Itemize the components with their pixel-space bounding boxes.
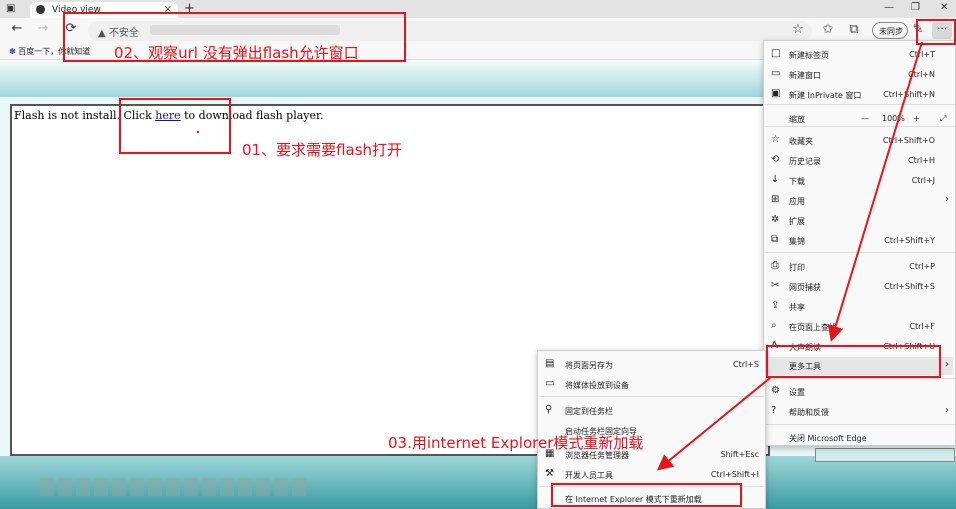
arrow-tools-to-ie [656, 377, 771, 471]
annotation-arrows [656, 41, 923, 471]
arrow-more-to-tools [827, 41, 923, 342]
